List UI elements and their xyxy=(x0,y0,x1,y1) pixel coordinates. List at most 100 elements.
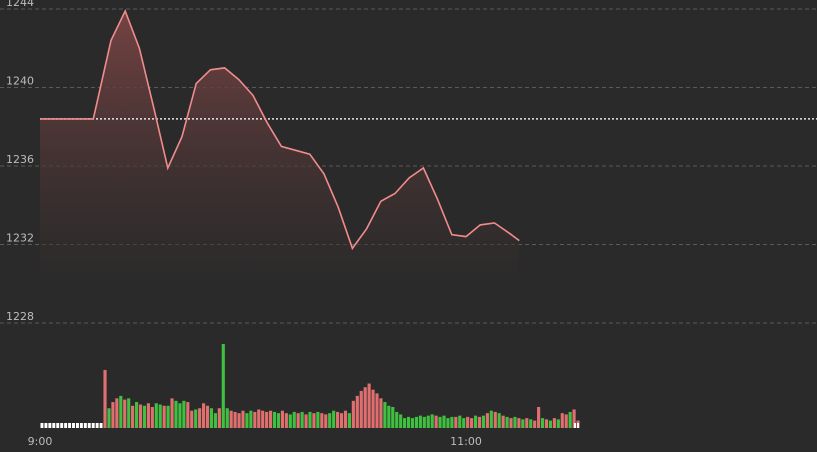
y-tick-label: 1232 xyxy=(6,232,34,245)
volume-bar xyxy=(367,383,371,428)
volume-bar xyxy=(95,423,99,428)
volume-bar xyxy=(434,415,438,428)
volume-bar xyxy=(351,400,355,428)
volume-bar xyxy=(517,418,521,428)
intraday-price-chart: 1244 1240 1236 1232 1228 9:00 11:00 xyxy=(0,0,817,448)
volume-bar xyxy=(138,404,143,428)
volume-bar xyxy=(280,410,284,428)
volume-bar xyxy=(249,410,253,428)
volume-bar xyxy=(217,408,221,428)
volume-bar xyxy=(324,414,328,428)
volume-bar xyxy=(213,413,217,428)
volume-bar xyxy=(205,405,210,428)
volume-bar xyxy=(64,423,68,428)
volume-bar xyxy=(430,414,434,428)
volume-bar xyxy=(410,418,415,428)
volume-bar xyxy=(529,419,533,428)
volume-bar xyxy=(237,413,241,428)
y-tick-label: 1240 xyxy=(6,75,34,88)
volume-bar xyxy=(470,418,474,428)
volume-bar xyxy=(375,393,379,428)
volume-bar xyxy=(339,413,344,428)
volume-bar xyxy=(521,419,525,428)
volume-bar xyxy=(537,407,541,428)
volume-bar xyxy=(68,423,72,428)
volume-bar xyxy=(371,389,375,428)
volume-bar xyxy=(462,418,466,428)
volume-bar xyxy=(395,411,399,428)
volume-bar xyxy=(548,420,553,428)
volume-bar xyxy=(123,399,127,428)
volume-bar xyxy=(450,416,454,428)
y-tick-label: 1228 xyxy=(6,310,34,323)
volume-bar xyxy=(233,411,237,428)
volume-bar xyxy=(111,402,115,428)
volume-bar xyxy=(544,419,549,428)
volume-bar xyxy=(316,411,320,428)
x-tick-label: 9:00 xyxy=(28,435,53,448)
volume-bar xyxy=(146,403,150,428)
volume-bar xyxy=(253,411,257,428)
volume-bar xyxy=(91,423,95,428)
volume-bar xyxy=(442,415,446,428)
volume-bar xyxy=(509,418,513,428)
volume-bar xyxy=(308,411,312,428)
volume-bar xyxy=(269,410,273,428)
volume-bar xyxy=(320,413,324,428)
y-tick-label: 1236 xyxy=(6,153,34,166)
volume-bar xyxy=(446,418,450,428)
volume-bar xyxy=(225,408,229,428)
volume-bar xyxy=(245,413,249,428)
volume-bar xyxy=(142,405,147,428)
volume-bar xyxy=(414,416,418,428)
volume-bar xyxy=(257,409,261,428)
volume-bar xyxy=(489,410,493,428)
volume-bar xyxy=(127,398,131,428)
volume-bar xyxy=(574,423,576,428)
volume-bar xyxy=(158,404,162,428)
volume-bar xyxy=(300,411,304,428)
volume-bar xyxy=(505,416,509,428)
volume-bar xyxy=(87,423,91,428)
volume-bar xyxy=(115,398,119,428)
volume-bar xyxy=(477,416,482,428)
volume-bar xyxy=(221,344,225,428)
volume-bar xyxy=(564,414,568,428)
volume-bar xyxy=(399,414,403,428)
volume-bar xyxy=(209,408,214,428)
volume-bar xyxy=(198,408,202,428)
y-tick-label: 1244 xyxy=(6,0,34,9)
volume-bar xyxy=(406,416,411,428)
volume-bar xyxy=(533,420,537,428)
volume-bar xyxy=(355,395,359,428)
volume-bar xyxy=(52,423,56,428)
volume-bar xyxy=(473,415,478,428)
volume-bar xyxy=(497,413,501,428)
volume-bar xyxy=(363,387,367,428)
volume-bar xyxy=(182,400,186,428)
volume-bar xyxy=(418,415,422,428)
volume-bar xyxy=(107,408,111,428)
volume-bar xyxy=(265,411,269,428)
volume-bar xyxy=(119,395,123,428)
x-tick-label: 11:00 xyxy=(450,435,482,448)
volume-bar xyxy=(178,403,182,428)
y-axis-ticks: 1244 1240 1236 1232 1228 xyxy=(6,0,34,323)
volume-bar xyxy=(103,369,107,428)
volume-bar xyxy=(403,418,407,428)
volume-bar xyxy=(525,418,529,428)
volume-bar xyxy=(241,410,245,428)
volume-bar xyxy=(513,416,517,428)
volume-bar xyxy=(170,398,174,428)
volume-bar xyxy=(276,413,281,428)
volume-bar xyxy=(190,410,194,428)
volume-bar xyxy=(387,405,391,428)
volume-bar xyxy=(577,423,579,428)
volume-bar xyxy=(458,415,462,428)
volume-bar xyxy=(56,423,60,428)
volume-bar xyxy=(485,413,489,428)
volume-bar xyxy=(454,416,458,428)
volume-bar xyxy=(261,410,265,428)
x-axis-ticks: 9:00 11:00 xyxy=(28,435,482,448)
volume-bar xyxy=(79,423,83,428)
